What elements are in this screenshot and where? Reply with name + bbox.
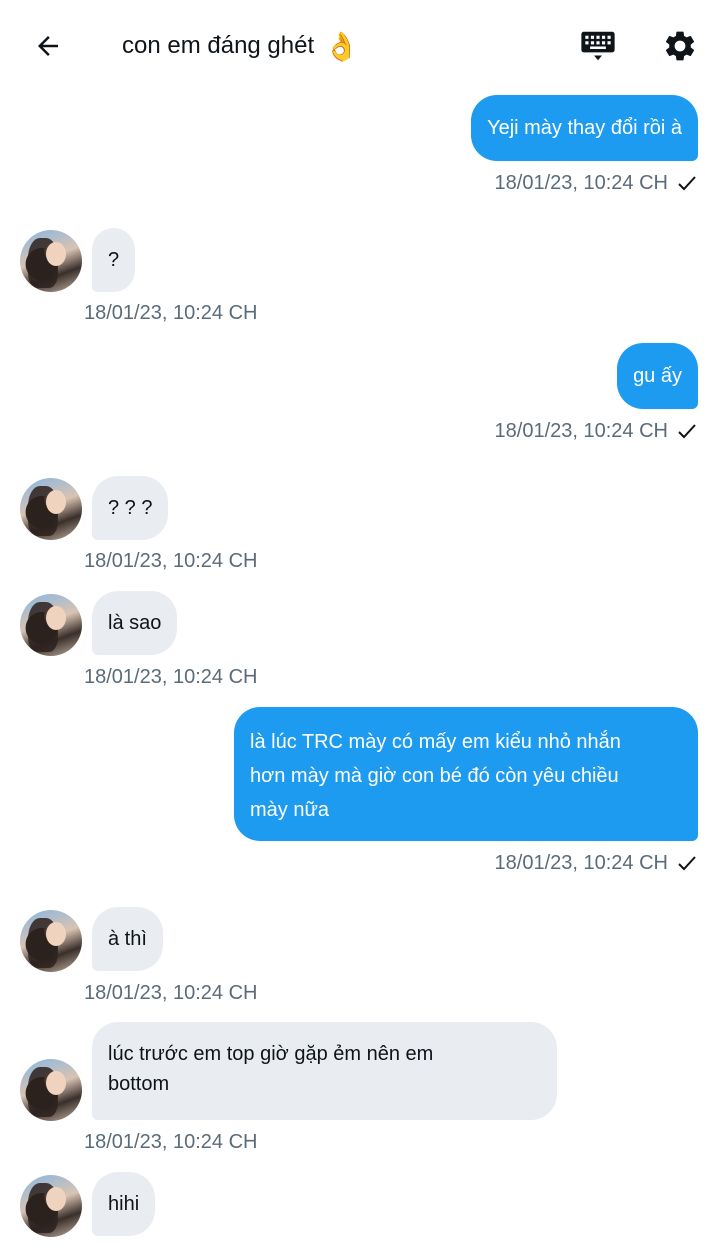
arrow-left-icon	[38, 36, 58, 56]
gear-icon	[665, 31, 695, 61]
incoming-message-bubble[interactable]: ? ? ?	[92, 476, 169, 540]
message-text-line: lúc trước em top giờ gặp ẻm nên em	[108, 1043, 434, 1065]
message-timestamp: 18/01/23, 10:24 CH	[84, 665, 258, 688]
incoming-message-bubble[interactable]: ?	[92, 228, 136, 292]
avatar[interactable]	[20, 230, 82, 292]
ok-hand-emoji: 👌	[324, 30, 360, 62]
message-text: ?	[108, 249, 120, 271]
check-icon	[678, 855, 696, 871]
keyboard-icon	[581, 31, 615, 61]
incoming-message-bubble[interactable]: à thì	[92, 907, 163, 971]
incoming-message-bubble[interactable]: lúc trước em top giờ gặp ẻm nên em botto…	[92, 1022, 557, 1120]
outgoing-message-bubble[interactable]: gu ấy	[617, 343, 698, 409]
message-timestamp: 18/01/23, 10:24 CH	[84, 981, 258, 1004]
conversation-header: con em đáng ghét 👌	[0, 0, 720, 88]
message-text: Yeji mày thay đổi rồi à	[487, 117, 682, 139]
message-text: gu ấy	[633, 365, 682, 387]
avatar[interactable]	[20, 910, 82, 972]
keyboard-button[interactable]	[578, 26, 618, 66]
conversation-title: con em đáng ghét 👌	[122, 26, 359, 66]
message-timestamp: 18/01/23, 10:24 CH	[495, 417, 696, 445]
conversation-title-text: con em đáng ghét	[122, 32, 315, 59]
incoming-message-bubble[interactable]: hihi	[92, 1172, 156, 1236]
message-text-line: là lúc TRC mày có mấy em kiểu nhỏ nhắn	[250, 731, 621, 753]
check-icon	[678, 175, 696, 191]
outgoing-message-bubble[interactable]: Yeji mày thay đổi rồi à	[471, 95, 698, 161]
avatar[interactable]	[20, 594, 82, 656]
incoming-message-bubble[interactable]: là sao	[92, 591, 178, 655]
message-timestamp: 18/01/23, 10:24 CH	[495, 169, 696, 197]
message-timestamp: 18/01/23, 10:24 CH	[84, 549, 258, 572]
message-text-line: mày nữa	[250, 799, 329, 821]
avatar[interactable]	[20, 1175, 82, 1237]
check-icon	[678, 423, 696, 439]
back-button[interactable]	[28, 26, 68, 66]
message-timestamp: 18/01/23, 10:24 CH	[495, 849, 696, 877]
message-text: ? ? ?	[108, 497, 153, 519]
message-timestamp: 18/01/23, 10:24 CH	[84, 301, 258, 324]
settings-button[interactable]	[658, 24, 702, 68]
outgoing-message-bubble[interactable]: là lúc TRC mày có mấy em kiểu nhỏ nhắn h…	[234, 707, 698, 841]
message-text: hihi	[108, 1193, 140, 1215]
avatar[interactable]	[20, 1059, 82, 1121]
avatar[interactable]	[20, 478, 82, 540]
message-text-line: hơn mày mà giờ con bé đó còn yêu chiều	[250, 765, 619, 787]
message-text-line: bottom	[108, 1073, 170, 1095]
message-timestamp: 18/01/23, 10:24 CH	[84, 1130, 258, 1153]
message-text: à thì	[108, 928, 147, 950]
message-text: là sao	[108, 612, 162, 634]
